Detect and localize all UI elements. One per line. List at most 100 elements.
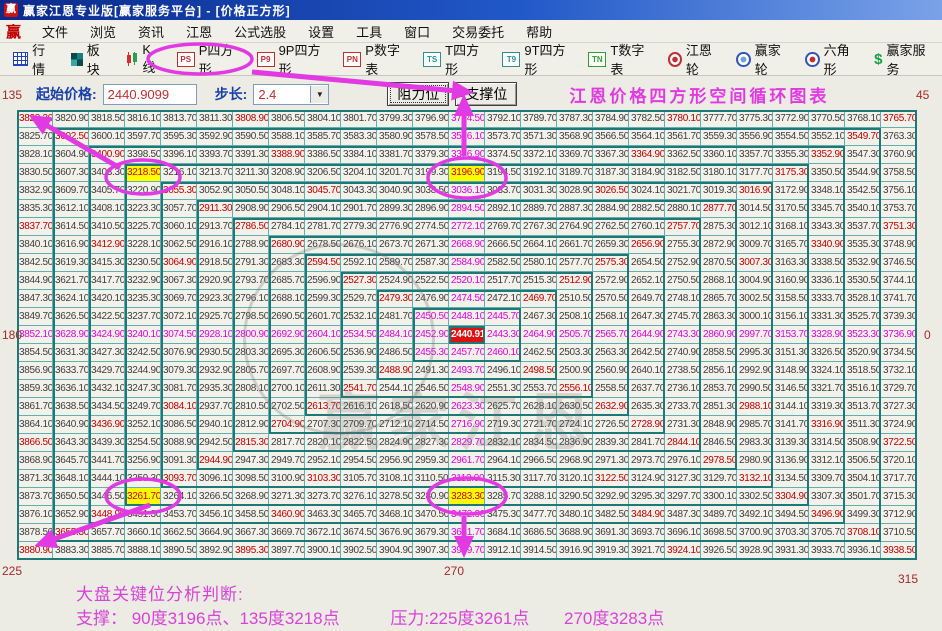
chevron-down-icon[interactable]: ▼ <box>310 86 328 103</box>
grid-cell: 2940.10 <box>197 416 233 434</box>
grid-cell: 2630.50 <box>557 398 593 416</box>
grid-cell: 3556.90 <box>737 128 773 146</box>
grid-cell: 3268.90 <box>233 488 269 506</box>
grid-cell: 2551.30 <box>485 380 521 398</box>
grid-cell: 2829.70 <box>449 434 485 452</box>
grid-cell: 2716.90 <box>449 416 485 434</box>
menu-item-设置[interactable]: 设置 <box>297 22 345 41</box>
grid-cell: 3249.70 <box>125 398 161 416</box>
grid-cell: 3924.10 <box>665 542 701 560</box>
grid-cell: 2865.70 <box>701 290 737 308</box>
grid-cell: 2966.50 <box>521 452 557 470</box>
grid-cell: 3518.50 <box>845 362 881 380</box>
grid-cell: 3381.70 <box>377 146 413 164</box>
menu-item-帮助[interactable]: 帮助 <box>515 22 563 41</box>
grid-cell: 2702.50 <box>269 398 305 416</box>
p-square-icon: PS <box>177 52 195 67</box>
grid-cell: 3808.90 <box>233 110 269 128</box>
start-price-input[interactable] <box>103 84 197 105</box>
grid-cell: 2659.30 <box>593 236 629 254</box>
grid-cell: 3837.70 <box>17 218 53 236</box>
grid-cell: 3818.50 <box>89 110 125 128</box>
toolbar-item-t9-square[interactable]: T99T四方形 <box>495 40 581 78</box>
grid-cell: 3091.30 <box>161 452 197 470</box>
grid-cell: 3852.10 <box>17 326 53 344</box>
resistance-button[interactable]: 阻力位 <box>387 82 449 106</box>
grid-cell: 2524.90 <box>377 272 413 290</box>
grid-cell: 2692.90 <box>269 326 305 344</box>
grid-cell: 3799.30 <box>377 110 413 128</box>
grid-cell: 3840.10 <box>17 236 53 254</box>
menu-item-工具[interactable]: 工具 <box>345 22 393 41</box>
grid-cell: 2980.90 <box>737 452 773 470</box>
grid-cell: 2752.90 <box>665 254 701 272</box>
menu-item-江恩[interactable]: 江恩 <box>175 22 223 41</box>
toolbar-item-t-square[interactable]: TST四方形 <box>416 40 495 78</box>
menu-item-资讯[interactable]: 资讯 <box>127 22 175 41</box>
toolbar-item-p-number-table[interactable]: PNP数字表 <box>336 40 416 78</box>
toolbar-item-winner-wheel[interactable]: 赢家轮 <box>729 40 798 78</box>
toolbar-item-sectors[interactable]: 板块 <box>64 40 119 78</box>
grid-cell: 2839.30 <box>593 434 629 452</box>
grid-cell: 3117.70 <box>521 470 557 488</box>
grid-cell: 2880.10 <box>665 200 701 218</box>
grid-cell: 3607.30 <box>53 164 89 182</box>
menu-item-窗口[interactable]: 窗口 <box>393 22 441 41</box>
grid-cell: 2923.30 <box>197 290 233 308</box>
menu-item-浏览[interactable]: 浏览 <box>79 22 127 41</box>
toolbar-item-quotes[interactable]: 行情 <box>6 40 64 78</box>
winner-wheel-icon <box>736 52 750 67</box>
grid-cell: 3120.10 <box>557 470 593 488</box>
grid-cell: 3345.70 <box>809 200 845 218</box>
grid-cell: 3254.50 <box>125 434 161 452</box>
angle-label-180: 180 <box>2 328 22 342</box>
grid-cell: 3866.50 <box>17 434 53 452</box>
toolbar-item-label: 赢家服务 <box>887 40 936 78</box>
controls-row: 起始价格: 步长: 2.4 ▼ 阻力位 支撑位 江恩价格四方形空间循环图表 <box>0 76 942 112</box>
grid-cell: 3741.70 <box>881 290 917 308</box>
grid-cell: 3038.50 <box>413 182 449 200</box>
toolbar-item-winner-service[interactable]: $赢家服务 <box>867 40 942 78</box>
menu-item-文件[interactable]: 文件 <box>31 22 79 41</box>
toolbar-item-kline[interactable]: K线 <box>118 40 170 78</box>
toolbar-item-p-square[interactable]: PSP四方形 <box>170 40 250 78</box>
menu-item-公式选股[interactable]: 公式选股 <box>223 22 297 41</box>
grid-cell: 3729.70 <box>881 380 917 398</box>
grid-cell: 3256.90 <box>125 452 161 470</box>
grid-cell: 3007.30 <box>737 254 773 272</box>
grid-cell: 2450.50 <box>413 308 449 326</box>
grid-cell: 2649.70 <box>629 290 665 308</box>
grid-cell: 3165.70 <box>773 236 809 254</box>
grid-cell: 3405.70 <box>89 182 125 200</box>
grid-cell: 3703.30 <box>773 524 809 542</box>
grid-cell: 2887.30 <box>557 200 593 218</box>
toolbar-item-hexagon[interactable]: 六角形 <box>798 40 867 78</box>
grid-cell: 3885.70 <box>89 542 125 560</box>
grid-cell: 3031.30 <box>521 182 557 200</box>
grid-cell: 2791.30 <box>233 254 269 272</box>
grid-cell: 2661.70 <box>557 236 593 254</box>
grid-cell: 3537.70 <box>845 218 881 236</box>
grid-cell: 3024.10 <box>629 182 665 200</box>
grid-cell: 2721.70 <box>521 416 557 434</box>
grid-cell: 2635.30 <box>629 398 665 416</box>
menu-item-交易委托[interactable]: 交易委托 <box>441 22 515 41</box>
grid-cell: 2995.30 <box>737 344 773 362</box>
grid-cell: 2719.30 <box>485 416 521 434</box>
grid-cell: 3775.30 <box>737 110 773 128</box>
toolbar-item-gann-wheel[interactable]: 江恩轮 <box>661 40 730 78</box>
grid-cell: 3816.10 <box>125 110 161 128</box>
grid-cell: 3033.70 <box>485 182 521 200</box>
grid-cell: 2776.90 <box>377 218 413 236</box>
toolbar-item-p9-square[interactable]: P99P四方形 <box>250 40 337 78</box>
grid-cell: 3019.30 <box>701 182 737 200</box>
angle-label-135: 135 <box>2 88 22 102</box>
grid-cell: 3134.50 <box>773 470 809 488</box>
grid-cell: 3765.70 <box>881 110 917 128</box>
grid-cell: 2683.30 <box>269 254 305 272</box>
grid-cell: 2930.50 <box>197 344 233 362</box>
step-dropdown[interactable]: 2.4 ▼ <box>253 84 329 105</box>
grid-cell: 2728.90 <box>629 416 665 434</box>
grid-cell: 3564.10 <box>629 128 665 146</box>
toolbar-item-t-number-table[interactable]: TNT数字表 <box>581 40 660 78</box>
